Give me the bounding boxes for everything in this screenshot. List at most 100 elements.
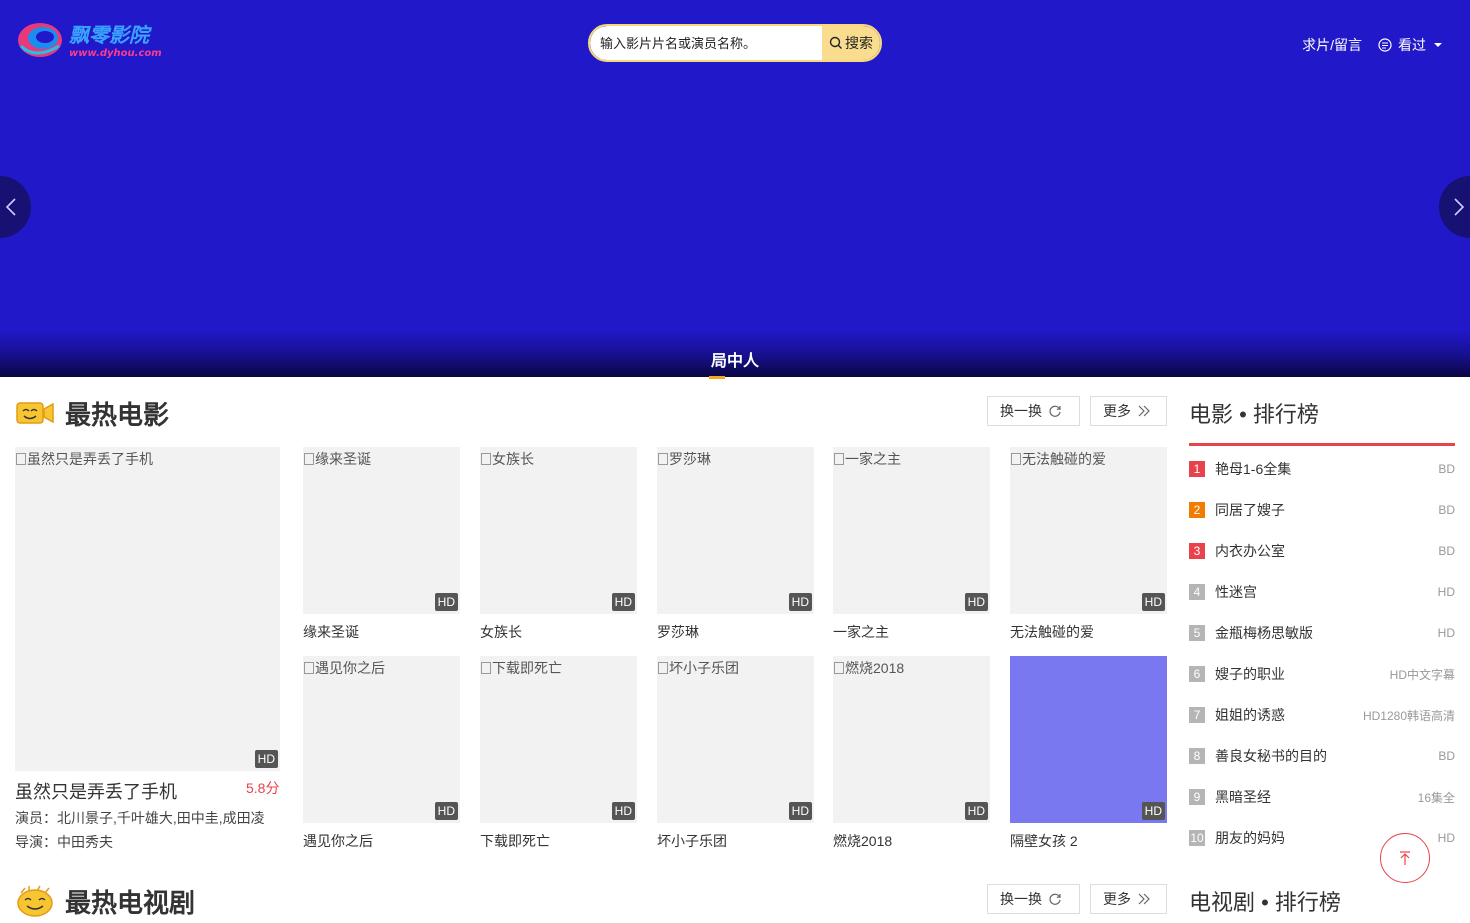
section-title: 最热电视剧 — [65, 888, 196, 918]
movie-title[interactable]: 燃烧2018 — [833, 831, 990, 851]
movie-title[interactable]: 坏小子乐团 — [657, 831, 814, 851]
movie-poster[interactable]: 女族长 HD — [480, 447, 637, 614]
rank-name[interactable]: 同居了嫂子 — [1215, 500, 1438, 520]
movie-card[interactable]: 下载即死亡 HD 下载即死亡 — [480, 656, 637, 851]
search-button[interactable]: 搜索 — [822, 26, 880, 60]
rank-number: 4 — [1189, 584, 1205, 600]
movie-title[interactable]: 遇见你之后 — [303, 831, 460, 851]
ranking-item[interactable]: 6 嫂子的职业 HD中文字幕 — [1189, 664, 1455, 684]
featured-poster[interactable]: 虽然只是弄丢了手机 HD — [15, 447, 280, 771]
ranking-item[interactable]: 9 黑暗圣经 16集全 — [1189, 787, 1455, 807]
broken-image-icon — [304, 662, 314, 674]
quality-badge: HD — [434, 802, 458, 820]
more-button[interactable]: 更多 — [1090, 884, 1167, 914]
movie-poster[interactable]: HD — [1010, 656, 1167, 823]
change-button-label: 换一换 — [1000, 891, 1042, 907]
quality-badge: HD — [434, 593, 458, 611]
featured-actors: 演员：北川景子,千叶雄大,田中圭,成田凌 — [15, 810, 265, 826]
ranking-item[interactable]: 3 内衣办公室 BD — [1189, 541, 1455, 561]
ranking-divider — [1189, 443, 1455, 446]
watched-dropdown[interactable]: 看过 — [1378, 35, 1442, 55]
back-to-top-button[interactable] — [1380, 833, 1430, 883]
movie-poster[interactable]: 一家之主 HD — [833, 447, 990, 614]
movie-title[interactable]: 女族长 — [480, 622, 637, 642]
change-button[interactable]: 换一换 — [987, 884, 1080, 914]
ranking-item[interactable]: 5 金瓶梅杨思敏版 HD — [1189, 623, 1455, 643]
movie-card[interactable]: 无法触碰的爱 HD 无法触碰的爱 — [1010, 447, 1167, 642]
rank-name[interactable]: 善良女秘书的目的 — [1215, 746, 1438, 766]
refresh-icon — [1049, 893, 1061, 905]
poster-alt-text: 遇见你之后 — [303, 656, 385, 678]
quality-badge: HD — [611, 593, 635, 611]
ranking-item[interactable]: 7 姐姐的诱惑 HD1280韩语高清 — [1189, 705, 1455, 725]
rank-name[interactable]: 内衣办公室 — [1215, 541, 1438, 561]
ranking-item[interactable]: 2 同居了嫂子 BD — [1189, 500, 1455, 520]
movie-poster[interactable]: 坏小子乐团 HD — [657, 656, 814, 823]
movie-poster[interactable]: 遇见你之后 HD — [303, 656, 460, 823]
banner-next-button[interactable] — [1439, 176, 1470, 238]
poster-alt-text: 女族长 — [480, 447, 534, 469]
movie-poster[interactable]: 罗莎琳 HD — [657, 447, 814, 614]
more-button-label: 更多 — [1103, 403, 1131, 419]
rank-name[interactable]: 金瓶梅杨思敏版 — [1215, 623, 1438, 643]
movie-card[interactable]: 缘来圣诞 HD 缘来圣诞 — [303, 447, 460, 642]
request-link[interactable]: 求片/留言 — [1302, 35, 1362, 55]
ranking-item[interactable]: 8 善良女秘书的目的 BD — [1189, 746, 1455, 766]
rank-name[interactable]: 黑暗圣经 — [1215, 787, 1418, 807]
movie-title[interactable]: 一家之主 — [833, 622, 990, 642]
rank-tag: HD — [1437, 626, 1455, 640]
broken-image-icon — [1011, 453, 1021, 465]
change-button[interactable]: 换一换 — [987, 396, 1080, 426]
quality-badge: HD — [788, 802, 812, 820]
more-button[interactable]: 更多 — [1090, 396, 1167, 426]
banner-caption[interactable]: 局中人 — [0, 347, 1470, 371]
movie-poster[interactable]: 缘来圣诞 HD — [303, 447, 460, 614]
featured-director: 导演：中田秀夫 — [15, 834, 113, 850]
search-bar: 搜索 — [588, 24, 882, 62]
broken-image-icon — [481, 453, 491, 465]
rank-number: 5 — [1189, 625, 1205, 641]
ranking-item[interactable]: 1 艳母1-6全集 BD — [1189, 459, 1455, 479]
tv-smile-icon — [17, 885, 53, 917]
movie-card[interactable]: 罗莎琳 HD 罗莎琳 — [657, 447, 814, 642]
rank-number: 6 — [1189, 666, 1205, 682]
broken-image-icon — [658, 453, 668, 465]
movie-card[interactable]: HD 隔壁女孩 2 — [1010, 656, 1167, 851]
arrow-up-icon — [1400, 851, 1410, 865]
rank-name[interactable]: 姐姐的诱惑 — [1215, 705, 1363, 725]
search-icon — [829, 36, 842, 49]
movie-card[interactable]: 一家之主 HD 一家之主 — [833, 447, 990, 642]
movie-poster[interactable]: 下载即死亡 HD — [480, 656, 637, 823]
hot-tv-header: 最热电视剧 换一换 更多 — [15, 881, 1167, 921]
movie-card[interactable]: 燃烧2018 HD 燃烧2018 — [833, 656, 990, 851]
movie-title[interactable]: 隔壁女孩 2 — [1010, 831, 1167, 851]
banner-prev-button[interactable] — [0, 176, 31, 238]
rank-name[interactable]: 艳母1-6全集 — [1215, 459, 1438, 479]
chevron-left-icon — [5, 198, 16, 216]
movie-title[interactable]: 无法触碰的爱 — [1010, 622, 1167, 642]
rank-name[interactable]: 嫂子的职业 — [1215, 664, 1390, 684]
chevron-down-icon — [1434, 43, 1442, 47]
movie-title[interactable]: 罗莎琳 — [657, 622, 814, 642]
movie-card[interactable]: 女族长 HD 女族长 — [480, 447, 637, 642]
featured-title[interactable]: 虽然只是弄丢了手机 — [15, 778, 177, 804]
history-icon — [1378, 38, 1392, 52]
rank-tag: BD — [1438, 503, 1455, 517]
movie-poster[interactable]: 燃烧2018 HD — [833, 656, 990, 823]
search-input[interactable] — [590, 26, 822, 60]
rank-tag: HD — [1437, 585, 1455, 599]
movie-poster[interactable]: 无法触碰的爱 HD — [1010, 447, 1167, 614]
movie-card[interactable]: 坏小子乐团 HD 坏小子乐团 — [657, 656, 814, 851]
movie-title[interactable]: 下载即死亡 — [480, 831, 637, 851]
featured-movie-card[interactable]: 虽然只是弄丢了手机 HD — [15, 447, 280, 771]
movie-card[interactable]: 遇见你之后 HD 遇见你之后 — [303, 656, 460, 851]
banner-indicator[interactable] — [709, 376, 725, 379]
quality-badge: HD — [254, 750, 278, 768]
movie-title[interactable]: 缘来圣诞 — [303, 622, 460, 642]
rank-number: 7 — [1189, 707, 1205, 723]
hero-banner[interactable]: 飘零影院 www.dyhou.com 搜索 求片/留言 看过 — [0, 0, 1470, 379]
logo-text: 飘零影院 — [69, 23, 153, 47]
ranking-item[interactable]: 4 性迷宫 HD — [1189, 582, 1455, 602]
site-logo[interactable]: 飘零影院 www.dyhou.com — [15, 16, 165, 62]
rank-name[interactable]: 性迷宫 — [1215, 582, 1438, 602]
